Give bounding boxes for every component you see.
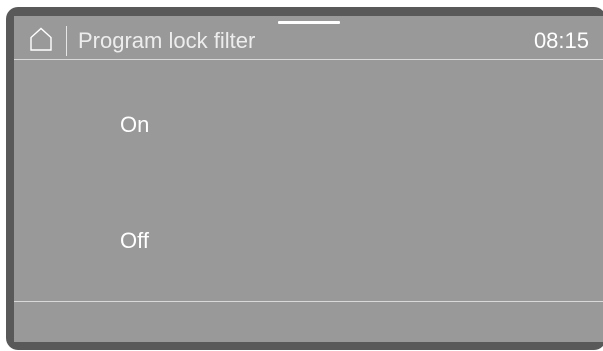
option-on[interactable]: On xyxy=(14,96,603,154)
option-on-label: On xyxy=(120,112,150,137)
top-indicator-bar xyxy=(278,21,340,24)
footer-separator xyxy=(14,301,603,302)
clock-time: 08:15 xyxy=(533,28,589,53)
display-screen: Program lock filter 08:15 On Off xyxy=(14,16,603,342)
home-icon[interactable] xyxy=(29,27,53,51)
header-separator xyxy=(14,59,603,60)
option-off[interactable]: Off xyxy=(14,212,603,270)
header-divider xyxy=(66,26,67,56)
option-off-label: Off xyxy=(120,228,149,253)
page-title: Program lock filter xyxy=(78,28,256,53)
